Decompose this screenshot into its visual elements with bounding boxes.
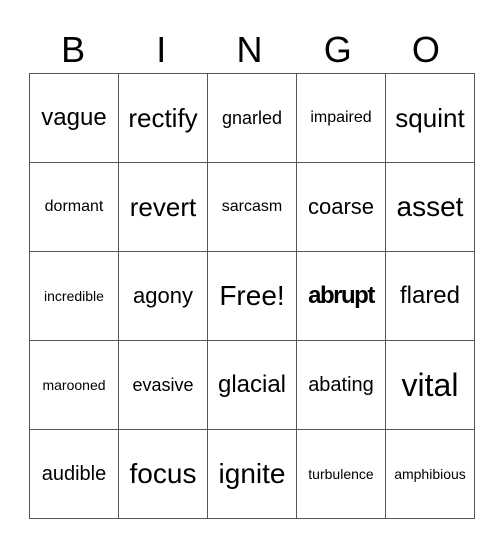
bingo-cell[interactable]: amphibious: [385, 429, 475, 519]
grid-row: marooned evasive glacial abating vital: [29, 340, 475, 430]
grid-row: dormant revert sarcasm coarse asset: [29, 162, 475, 252]
bingo-cell[interactable]: gnarled: [207, 73, 297, 163]
header-letter-b: B: [61, 29, 86, 70]
bingo-cell[interactable]: squint: [385, 73, 475, 163]
grid-row: audible focus ignite turbulence amphibio…: [29, 429, 475, 519]
header-letter-g: G: [323, 29, 352, 70]
bingo-cell[interactable]: impaired: [296, 73, 386, 163]
bingo-cell[interactable]: revert: [118, 162, 208, 252]
bingo-cell[interactable]: sarcasm: [207, 162, 297, 252]
bingo-cell[interactable]: rectify: [118, 73, 208, 163]
bingo-cell[interactable]: vague: [29, 73, 119, 163]
bingo-cell[interactable]: marooned: [29, 340, 119, 430]
free-space-cell[interactable]: Free!: [207, 251, 297, 341]
bingo-header: B I N G O: [29, 28, 470, 72]
bingo-cell[interactable]: abating: [296, 340, 386, 430]
grid-row: vague rectify gnarled impaired squint: [29, 73, 475, 163]
bingo-cell[interactable]: abrupt: [296, 251, 386, 341]
header-letter-i: I: [156, 29, 167, 70]
grid-row: incredible agony Free! abrupt flared: [29, 251, 475, 341]
bingo-cell[interactable]: asset: [385, 162, 475, 252]
bingo-cell[interactable]: vital: [385, 340, 475, 430]
bingo-cell[interactable]: ignite: [207, 429, 297, 519]
header-letter-o: O: [411, 29, 440, 70]
bingo-cell[interactable]: focus: [118, 429, 208, 519]
bingo-cell[interactable]: glacial: [207, 340, 297, 430]
bingo-cell[interactable]: turbulence: [296, 429, 386, 519]
bingo-cell[interactable]: coarse: [296, 162, 386, 252]
bingo-grid: vague rectify gnarled impaired squint do…: [29, 73, 475, 519]
bingo-cell[interactable]: incredible: [29, 251, 119, 341]
bingo-cell[interactable]: agony: [118, 251, 208, 341]
header-letter-n: N: [236, 29, 263, 70]
bingo-cell[interactable]: audible: [29, 429, 119, 519]
bingo-cell[interactable]: flared: [385, 251, 475, 341]
bingo-cell[interactable]: dormant: [29, 162, 119, 252]
bingo-cell[interactable]: evasive: [118, 340, 208, 430]
